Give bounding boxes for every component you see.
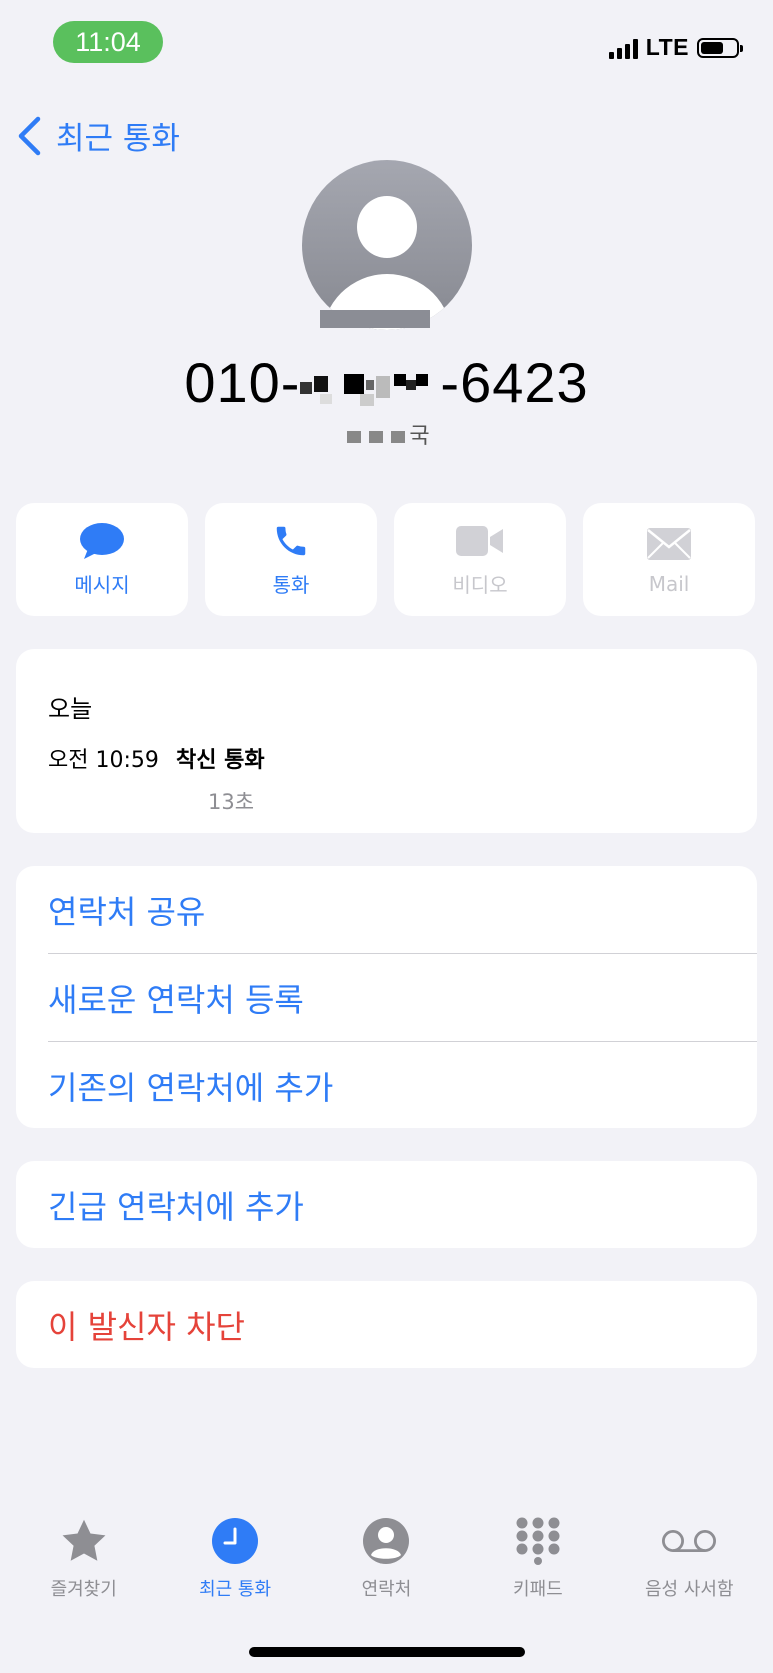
tab-voicemail-label: 음성 사서함 [644,1579,734,1600]
tab-voicemail[interactable]: 음성 사서함 [614,1515,764,1601]
back-label: 최근 통화 [56,121,180,157]
clock-icon [207,1515,263,1567]
status-time: 11:04 [53,21,163,63]
status-indicators: LTE [608,34,743,61]
battery-icon [697,37,743,58]
history-type: 착신 통화 [176,748,265,773]
tab-favorites[interactable]: 즐겨찾기 [9,1515,159,1601]
add-existing-contact-button[interactable]: 기존의 연락처에 추가 [16,1042,757,1129]
history-row: 오전 10:59 착신 통화 [48,742,757,774]
star-icon [56,1515,112,1567]
signal-icon [608,37,638,59]
contact-location: 국 [0,418,773,450]
history-time: 오전 10:59 [48,748,159,773]
history-day: 오늘 [48,695,93,723]
chevron-left-icon [18,116,41,155]
video-icon [456,521,504,561]
number-prefix: 010- [184,351,301,414]
call-label: 통화 [272,573,310,597]
tab-favorites-label: 즐겨찾기 [50,1579,117,1600]
voicemail-icon [661,1515,717,1567]
phone-number: 010- -6423 [0,350,773,415]
number-suffix: -6423 [440,351,589,414]
phone-icon [267,521,315,561]
redacted-digits [300,374,429,407]
call-button[interactable]: 통화 [205,503,377,616]
person-icon [358,1515,414,1567]
block-caller-button[interactable]: 이 발신자 차단 [16,1281,757,1368]
video-button[interactable]: 비디오 [394,503,566,616]
share-contact-button[interactable]: 연락처 공유 [16,866,757,953]
home-indicator[interactable] [249,1647,525,1657]
keypad-icon [510,1515,566,1567]
action-buttons: 메시지 통화 비디오 Mail [16,503,755,616]
tab-bar: 즐겨찾기 최근 통화 연락처 키패드 음성 사서함 [0,1515,773,1601]
mail-icon [645,524,693,564]
message-label: 메시지 [74,573,130,597]
message-icon [78,521,126,561]
video-label: 비디오 [452,573,508,597]
tab-keypad-label: 키패드 [513,1579,563,1600]
back-button[interactable]: 최근 통화 [16,113,180,158]
location-suffix: 국 [409,424,430,449]
avatar-redaction [320,310,430,328]
call-history-card: 오늘 오전 10:59 착신 통화 13초 [16,649,757,833]
message-button[interactable]: 메시지 [16,503,188,616]
tab-contacts[interactable]: 연락처 [311,1515,461,1601]
contact-avatar [302,160,472,330]
tab-recents[interactable]: 최근 통화 [160,1515,310,1601]
history-duration: 13초 [208,790,255,814]
tab-recents-label: 최근 통화 [199,1579,272,1600]
mail-button[interactable]: Mail [583,503,755,616]
add-emergency-contact-button[interactable]: 긴급 연락처에 추가 [16,1161,757,1248]
tab-contacts-label: 연락처 [361,1579,412,1600]
contact-options: 연락처 공유 새로운 연락처 등록 기존의 연락처에 추가 [16,866,757,1128]
new-contact-button[interactable]: 새로운 연락처 등록 [16,954,757,1041]
network-type: LTE [645,34,689,60]
mail-label: Mail [648,571,690,596]
tab-keypad[interactable]: 키패드 [463,1515,613,1601]
